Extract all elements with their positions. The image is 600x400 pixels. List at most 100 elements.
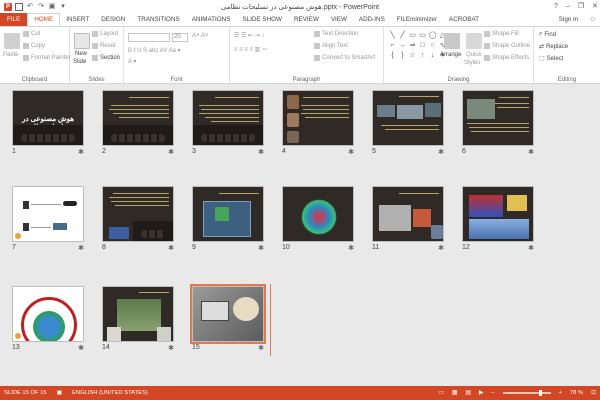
quick-styles-button-label2[interactable]: Styles: [464, 60, 480, 66]
slide-sorter-view-icon[interactable]: ▦: [452, 390, 457, 396]
slide-preview[interactable]: [102, 286, 174, 342]
zoom-in-button[interactable]: +: [559, 390, 562, 396]
convert-smartart-button[interactable]: Convert to SmartArt: [314, 55, 375, 61]
slide-thumbnail[interactable]: 2 ✱: [102, 90, 174, 160]
new-slide-button-label2[interactable]: Slide: [73, 59, 86, 65]
maximize-button[interactable]: ❐: [578, 0, 584, 13]
slide-thumbnail[interactable]: 12 ✱: [462, 186, 534, 256]
slide-preview[interactable]: هوش مصنوعی در تسلیحات نظامی: [12, 90, 84, 146]
replace-button[interactable]: ⇄ Replace: [539, 43, 568, 51]
reading-view-icon[interactable]: ▤: [465, 390, 470, 396]
sign-in-link[interactable]: Sign in: [559, 13, 578, 26]
slide-preview[interactable]: [372, 186, 444, 242]
paste-button[interactable]: Paste: [3, 52, 18, 58]
slide-preview[interactable]: [192, 186, 264, 242]
shape-fill-button[interactable]: Shape Fill: [484, 31, 519, 37]
tab-insert[interactable]: INSERT: [60, 13, 95, 26]
tab-transitions[interactable]: TRANSITIONS: [131, 13, 185, 26]
arrange-icon[interactable]: [444, 33, 460, 49]
tab-file[interactable]: FILE: [0, 13, 28, 26]
slide-thumbnail[interactable]: 4 ✱: [282, 90, 354, 160]
slide-preview[interactable]: [12, 286, 84, 342]
font-group: 20 A˄ A˅ B I U S abc AV Aa ▾ A ▾ Font: [124, 27, 230, 84]
proofing-icon[interactable]: ▣: [57, 390, 62, 396]
slide-number: 9: [192, 244, 196, 251]
slide-thumbnail[interactable]: 13 ✱: [12, 286, 84, 356]
slide-thumbnail[interactable]: 7 ✱: [12, 186, 84, 256]
tab-animations[interactable]: ANIMATIONS: [186, 13, 237, 26]
slide-thumbnail[interactable]: 15 ✱: [190, 284, 266, 356]
font-grow-icon[interactable]: A˄ A˅: [192, 33, 208, 39]
cut-button[interactable]: Cut: [23, 31, 40, 37]
slide-counter[interactable]: SLIDE 15 OF 15: [4, 390, 47, 396]
slide-preview[interactable]: [282, 186, 354, 242]
slide-preview-selected[interactable]: [190, 284, 266, 344]
tab-acrobat[interactable]: ACROBAT: [443, 13, 485, 26]
slide-preview[interactable]: [102, 186, 174, 242]
slide-thumbnail[interactable]: 10 ✱: [282, 186, 354, 256]
zoom-out-button[interactable]: –: [491, 390, 494, 396]
shapes-gallery[interactable]: ╲ ╱ ▭ ▭ ◯ △ ⌐ → ⇒ □ ○ ∿ {} ☆ ↑ ↓ ▾: [388, 31, 448, 61]
new-slide-icon[interactable]: [74, 33, 90, 49]
slide-preview[interactable]: [462, 186, 534, 242]
tab-review[interactable]: REVIEW: [288, 13, 325, 26]
font-format-buttons[interactable]: B I U S abc AV Aa ▾: [128, 47, 181, 54]
language-indicator[interactable]: ENGLISH (UNITED STATES): [72, 390, 148, 396]
text-direction-button[interactable]: Text Direction: [314, 31, 358, 37]
tab-view[interactable]: VIEW: [325, 13, 353, 26]
close-button[interactable]: ✕: [592, 0, 598, 13]
copy-button[interactable]: Copy: [23, 43, 45, 49]
quick-styles-icon[interactable]: [466, 33, 482, 49]
slide-preview[interactable]: [102, 90, 174, 146]
alignment-icons[interactable]: ≡ ≡ ≡ ≡ ▥ ⇿: [234, 46, 267, 53]
slide-thumbnail[interactable]: 9 ✱: [192, 186, 264, 256]
select-button[interactable]: ⬚ Select: [539, 55, 563, 63]
zoom-level[interactable]: 78 %: [570, 390, 583, 396]
shape-effects-button[interactable]: Shape Effects: [484, 55, 529, 61]
font-size-combo[interactable]: 20: [172, 33, 188, 42]
new-slide-button[interactable]: New: [75, 51, 87, 57]
shape-outline-button[interactable]: Shape Outline: [484, 43, 530, 49]
font-color-icon[interactable]: A ▾: [128, 58, 136, 65]
slide-preview[interactable]: [282, 90, 354, 146]
normal-view-icon[interactable]: ▭: [438, 390, 443, 396]
slide-thumbnail[interactable]: 3 ✱: [192, 90, 264, 160]
slide-thumbnail[interactable]: هوش مصنوعی در تسلیحات نظامی 1 ✱: [12, 90, 84, 160]
tab-fileminimizer[interactable]: FILEminimizer: [391, 13, 443, 26]
font-name-combo[interactable]: [128, 33, 170, 42]
editing-label: Editing: [557, 77, 577, 83]
fit-slide-icon[interactable]: ⊡: [591, 390, 596, 396]
section-button[interactable]: Section: [92, 55, 120, 61]
zoom-slider-knob[interactable]: [538, 390, 542, 396]
slide-preview[interactable]: [462, 90, 534, 146]
slide-thumbnail[interactable]: 5 ✱: [372, 90, 444, 160]
slide-preview[interactable]: [192, 90, 264, 146]
badge-image: [233, 297, 259, 321]
layout-button[interactable]: Layout: [92, 31, 118, 37]
tab-design[interactable]: DESIGN: [95, 13, 131, 26]
arrange-button[interactable]: Arrange: [440, 52, 461, 58]
zoom-slider[interactable]: [502, 390, 551, 396]
slide-thumbnail[interactable]: 8 ✱: [102, 186, 174, 256]
tab-home[interactable]: HOME: [27, 13, 61, 26]
find-button[interactable]: ⌕ Find: [539, 31, 556, 38]
minimize-button[interactable]: –: [566, 0, 570, 13]
tab-slide-show[interactable]: SLIDE SHOW: [236, 13, 288, 26]
smiley-icon[interactable]: ☺: [589, 13, 596, 26]
slide-preview[interactable]: [372, 90, 444, 146]
format-painter-button[interactable]: Format Painter: [23, 55, 71, 61]
slide-thumbnail[interactable]: 6 ✱: [462, 90, 534, 160]
align-text-button[interactable]: Align Text: [314, 43, 348, 49]
slide-thumbnail[interactable]: 14 ✱: [102, 286, 174, 356]
tank-background: [13, 125, 83, 145]
slide-preview[interactable]: [12, 186, 84, 242]
tab-add-ins[interactable]: ADD-INS: [353, 13, 391, 26]
slide-thumbnail[interactable]: 11 ✱: [372, 186, 444, 256]
paste-icon[interactable]: [4, 33, 20, 49]
slideshow-view-icon[interactable]: ▶: [479, 390, 483, 396]
reset-button[interactable]: Reset: [92, 43, 116, 49]
quick-styles-button[interactable]: Quick: [466, 52, 481, 58]
radar-icon: [23, 201, 29, 209]
bullets-icon[interactable]: ☰ ☰ ⇤ ⇥ ↕: [234, 32, 264, 39]
help-button[interactable]: ?: [554, 0, 558, 13]
